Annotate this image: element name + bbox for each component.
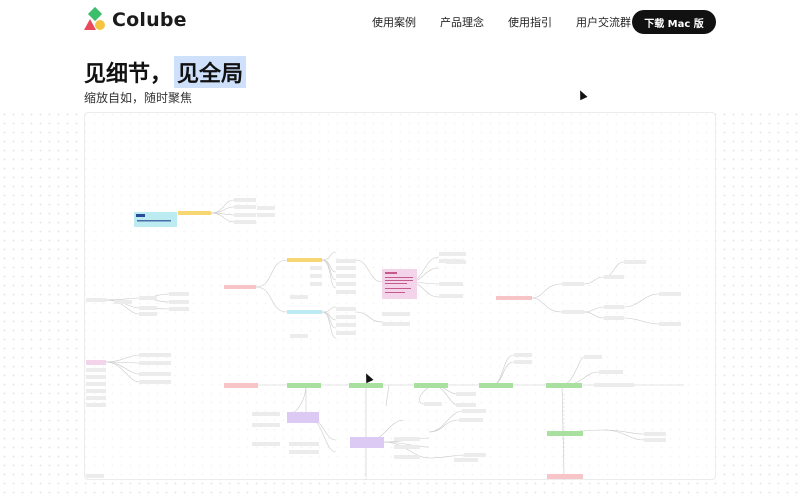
nav-item-philosophy[interactable]: 产品理念	[440, 14, 484, 30]
node-cyan-branch[interactable]	[287, 310, 322, 314]
hero-subtitle: 缩放自如，随时聚焦	[84, 91, 193, 105]
node-pink-bottom-left[interactable]	[86, 360, 106, 365]
node-green-3[interactable]	[414, 383, 448, 388]
hero-title: 见细节， 见全局	[84, 56, 247, 88]
node-green-6[interactable]	[547, 431, 583, 436]
node-purple-2[interactable]	[350, 437, 384, 448]
node-pink-right[interactable]	[496, 296, 532, 300]
node-yellow-branch[interactable]	[287, 258, 322, 262]
node-green-1[interactable]	[287, 383, 321, 388]
node-purple-1[interactable]	[287, 412, 319, 423]
nav-item-community[interactable]: 用户交流群	[576, 14, 631, 30]
top-navigation-bar: Colube 使用案例 产品理念 使用指引 用户交流群 下载 Mac 版	[0, 0, 800, 44]
nav-item-use-cases[interactable]: 使用案例	[372, 14, 416, 30]
node-green-2[interactable]	[349, 383, 383, 388]
logo[interactable]: Colube	[84, 6, 187, 31]
logo-text: Colube	[112, 9, 187, 31]
node-pink-flow-start[interactable]	[224, 383, 258, 388]
main-nav: 使用案例 产品理念 使用指引 用户交流群	[372, 14, 655, 30]
mindmap-diagram[interactable]	[84, 112, 716, 480]
mouse-cursor-icon	[576, 88, 588, 101]
node-green-5[interactable]	[546, 383, 582, 388]
nav-item-guide[interactable]: 使用指引	[508, 14, 552, 30]
download-mac-button[interactable]: 下载 Mac 版	[632, 10, 716, 34]
node-pink-root[interactable]	[224, 285, 256, 289]
colube-logo-icon	[84, 6, 106, 31]
node-green-4[interactable]	[479, 383, 513, 388]
node-pink-bottom-right[interactable]	[547, 474, 583, 479]
hero-title-plain: 见细节，	[84, 62, 173, 87]
hero-title-highlight: 见全局	[174, 56, 247, 88]
node-yellow[interactable]	[178, 211, 211, 215]
